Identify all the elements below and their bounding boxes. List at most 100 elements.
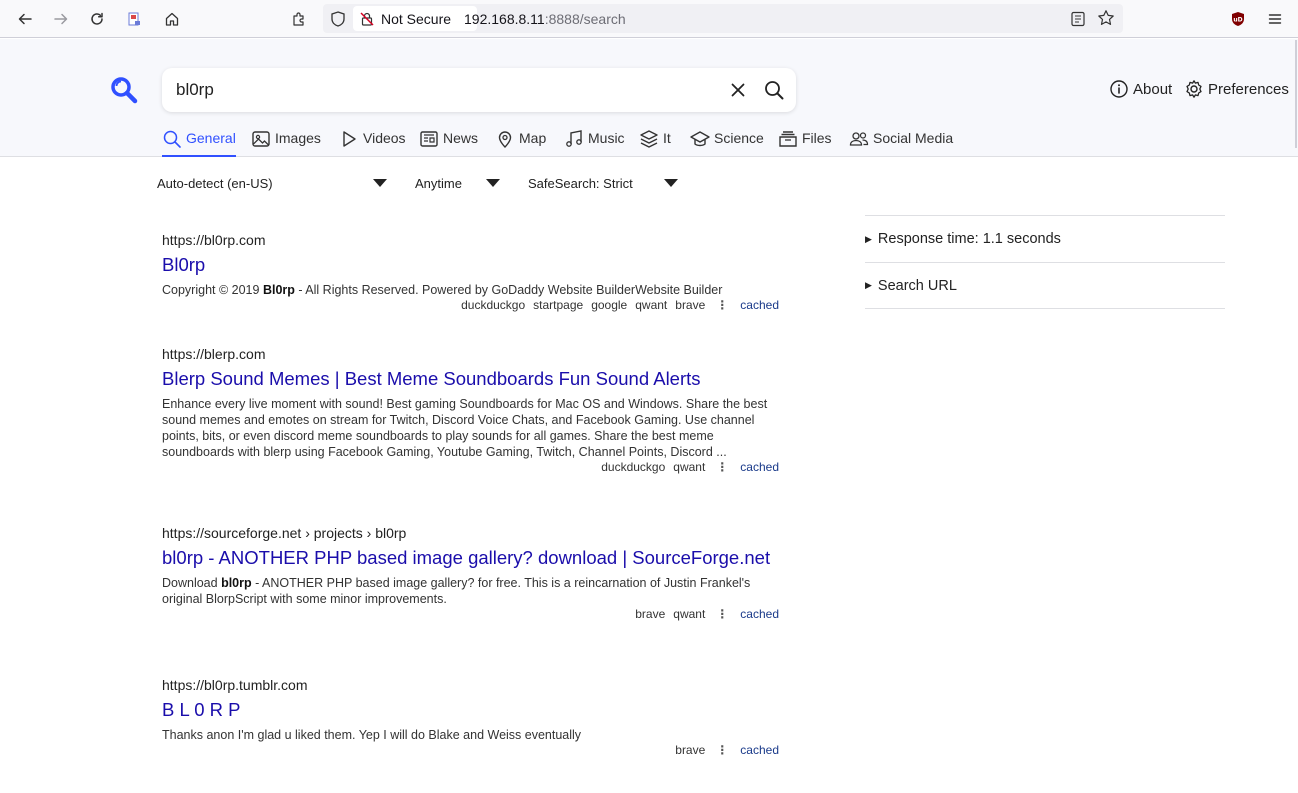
result-url[interactable]: https://sourceforge.net › projects › bl0… xyxy=(162,525,782,541)
reader-view-icon[interactable] xyxy=(1069,10,1087,28)
bookmark-star-icon[interactable] xyxy=(1097,9,1115,27)
safesearch-value: SafeSearch: Strict xyxy=(528,176,633,191)
ublock-shield-icon: uD xyxy=(1232,12,1244,26)
hamburger-menu-icon xyxy=(1268,14,1282,24)
document-extension-icon xyxy=(128,12,140,26)
layers-icon xyxy=(640,130,658,148)
result-engines: brave ⋮ cached xyxy=(162,743,782,757)
snippet-highlight: bl0rp xyxy=(221,576,252,590)
result-item: https://bl0rp.com Bl0rp Copyright © 2019… xyxy=(162,232,782,312)
extension-button[interactable] xyxy=(121,6,147,32)
more-vertical-icon: ⋮ xyxy=(716,743,729,757)
tab-label: Music xyxy=(588,130,625,146)
scrollbar[interactable] xyxy=(1295,40,1297,148)
result-title-link[interactable]: Bl0rp xyxy=(162,254,782,276)
tab-files[interactable]: Files xyxy=(778,130,832,157)
engine-label: qwant xyxy=(635,298,668,312)
response-time-label: Response time: 1.1 seconds xyxy=(877,231,1061,247)
result-snippet: Download bl0rp - ANOTHER PHP based image… xyxy=(162,575,782,607)
reload-button[interactable] xyxy=(84,6,110,32)
arrow-right-icon xyxy=(54,13,68,25)
security-label: Not Secure xyxy=(381,10,452,27)
tab-social-media[interactable]: Social Media xyxy=(849,130,953,157)
tab-map[interactable]: Map xyxy=(495,130,546,157)
search-url-toggle[interactable]: ▶ Search URL xyxy=(865,262,1225,309)
snippet-text: Download xyxy=(162,576,222,590)
reload-icon xyxy=(91,12,103,25)
preferences-link[interactable]: Preferences xyxy=(1184,79,1289,99)
safesearch-select[interactable]: SafeSearch: Strict xyxy=(528,176,680,192)
tab-label: Videos xyxy=(363,130,406,146)
tab-science[interactable]: Science xyxy=(690,130,764,157)
back-button[interactable] xyxy=(12,6,38,32)
triangle-right-icon: ▶ xyxy=(865,233,872,244)
extensions-button[interactable] xyxy=(286,6,312,32)
files-icon xyxy=(779,131,797,147)
chevron-down-icon xyxy=(373,179,387,187)
result-url[interactable]: https://blerp.com xyxy=(162,346,782,362)
language-value: Auto-detect (en-US) xyxy=(157,176,273,191)
tab-videos[interactable]: Videos xyxy=(339,130,406,157)
app-menu-button[interactable] xyxy=(1262,6,1288,32)
tab-general[interactable]: General xyxy=(162,130,236,157)
url-text[interactable]: 192.168.8.11:8888/search xyxy=(464,11,626,27)
result-url[interactable]: https://bl0rp.com xyxy=(162,232,782,248)
result-item: https://blerp.com Blerp Sound Memes | Be… xyxy=(162,346,782,474)
cached-link[interactable]: cached xyxy=(740,743,779,757)
search-input[interactable] xyxy=(176,78,716,102)
cached-link[interactable]: cached xyxy=(740,607,779,621)
tab-images[interactable]: Images xyxy=(251,130,321,157)
home-icon xyxy=(165,12,179,26)
result-title-link[interactable]: B L 0 R P xyxy=(162,699,782,721)
time-range-select[interactable]: Anytime xyxy=(415,176,507,192)
chevron-down-icon xyxy=(664,179,678,187)
shield-icon[interactable] xyxy=(329,10,347,28)
tab-music[interactable]: Music xyxy=(564,130,625,157)
result-title-link[interactable]: Blerp Sound Memes | Best Meme Soundboard… xyxy=(162,368,782,390)
about-link[interactable]: About xyxy=(1109,79,1172,99)
info-icon xyxy=(1110,80,1128,98)
snippet-text: Enhance every live moment with sound! Be… xyxy=(162,397,768,459)
search-url-label: Search URL xyxy=(877,277,957,294)
search-submit-icon[interactable] xyxy=(763,79,785,101)
tab-news[interactable]: News xyxy=(419,130,478,157)
home-button[interactable] xyxy=(159,6,185,32)
tab-it[interactable]: It xyxy=(639,130,671,157)
tab-label: News xyxy=(443,130,479,146)
newspaper-icon xyxy=(420,131,438,147)
cached-link[interactable]: cached xyxy=(740,460,779,474)
engine-label: brave xyxy=(675,743,706,757)
clear-search-icon[interactable] xyxy=(728,80,748,100)
result-item: https://sourceforge.net › projects › bl0… xyxy=(162,525,782,621)
time-range-value: Anytime xyxy=(415,176,462,191)
preferences-label: Preferences xyxy=(1208,80,1289,98)
music-icon xyxy=(566,130,582,147)
tab-label: Social Media xyxy=(873,130,954,146)
browser-toolbar: Not Secure 192.168.8.11:8888/search uD xyxy=(0,0,1298,38)
chevron-down-icon xyxy=(486,179,500,187)
result-url-host: https://bl0rp.com xyxy=(162,232,266,248)
snippet-highlight: Bl0rp xyxy=(262,283,295,297)
result-title-link[interactable]: bl0rp - ANOTHER PHP based image gallery?… xyxy=(162,547,782,569)
url-bar[interactable]: Not Secure 192.168.8.11:8888/search xyxy=(323,4,1123,33)
tab-label: General xyxy=(186,130,236,146)
url-path: :8888/search xyxy=(544,11,626,27)
engine-label: qwant xyxy=(673,607,706,621)
response-time-toggle[interactable]: ▶ Response time: 1.1 seconds xyxy=(865,215,1225,262)
site-security-indicator[interactable]: Not Secure xyxy=(353,6,477,31)
school-icon xyxy=(690,131,710,147)
snippet-text: - All Rights Reserved. Powered by GoDadd… xyxy=(294,283,723,297)
forward-button[interactable] xyxy=(48,6,74,32)
search-header: About Preferences General Images Videos … xyxy=(0,39,1298,157)
engine-label: brave xyxy=(675,298,706,312)
result-engines: brave qwant ⋮ cached xyxy=(162,607,782,621)
searxng-logo-icon[interactable] xyxy=(110,76,138,104)
result-url-host: https://blerp.com xyxy=(162,346,266,362)
tab-label: It xyxy=(663,130,671,146)
map-pin-icon xyxy=(498,131,512,148)
cached-link[interactable]: cached xyxy=(740,298,779,312)
language-select[interactable]: Auto-detect (en-US) xyxy=(157,176,393,192)
more-vertical-icon: ⋮ xyxy=(716,298,729,312)
ublock-button[interactable]: uD xyxy=(1225,6,1251,32)
result-url[interactable]: https://bl0rp.tumblr.com xyxy=(162,677,782,693)
